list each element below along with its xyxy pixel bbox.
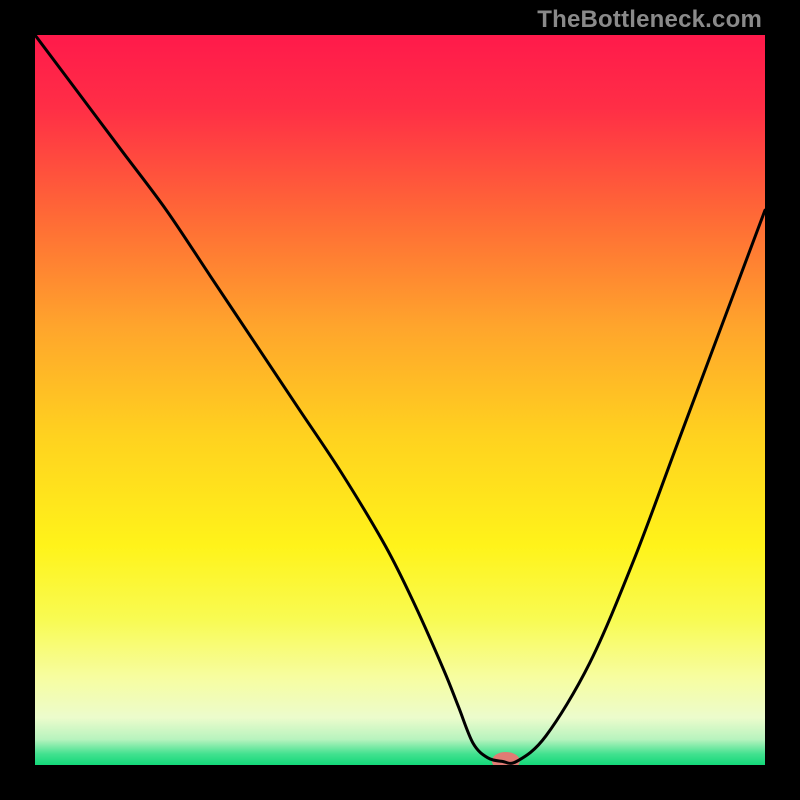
chart-frame: TheBottleneck.com: [0, 0, 800, 800]
watermark-text: TheBottleneck.com: [537, 6, 762, 34]
gradient-background: [35, 35, 765, 765]
chart-svg: [35, 35, 765, 765]
plot-area: [35, 35, 765, 765]
